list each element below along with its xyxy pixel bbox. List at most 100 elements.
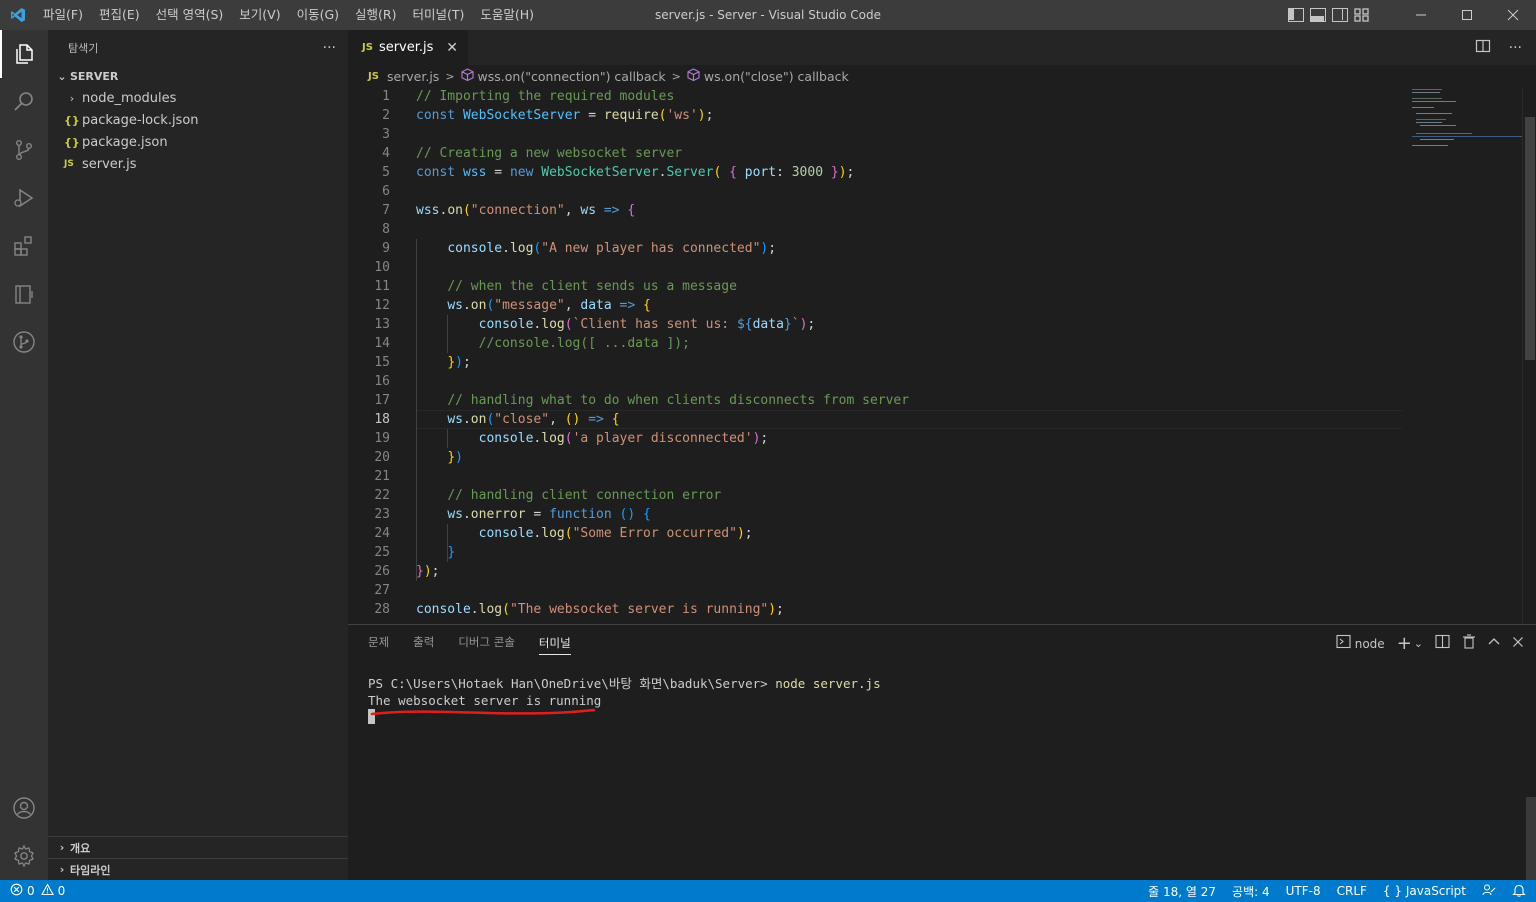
code-line: 12 ws.on("message", data => {: [374, 298, 651, 313]
tab-output[interactable]: 출력: [413, 625, 434, 660]
menu-go[interactable]: 이동(G): [289, 0, 347, 30]
error-count: 0: [27, 884, 35, 898]
indentation[interactable]: 공백: 4: [1232, 883, 1270, 900]
menu-edit[interactable]: 편집(E): [91, 0, 148, 30]
title-bar: 파일(F) 편집(E) 선택 영역(S) 보기(V) 이동(G) 실행(R) 터…: [0, 0, 1536, 30]
minimize-button[interactable]: [1398, 0, 1444, 30]
customize-layout-icon[interactable]: [1354, 8, 1370, 22]
status-bar: 0 0 줄 18, 열 27 공백: 4 UTF-8 CRLF { } Java…: [0, 880, 1536, 902]
git-graph-icon[interactable]: [0, 318, 48, 366]
timeline-section[interactable]: › 타임라인: [48, 858, 348, 880]
cube-icon: [460, 68, 474, 84]
code-line: 16: [374, 374, 390, 389]
panel-scrollbar[interactable]: [1526, 797, 1536, 881]
editor-scrollbar[interactable]: [1522, 87, 1536, 624]
settings-gear-icon[interactable]: [0, 832, 48, 880]
terminal-name[interactable]: node: [1355, 637, 1385, 651]
account-icon[interactable]: [0, 784, 48, 832]
trash-icon[interactable]: [1462, 634, 1476, 653]
scrollbar-thumb[interactable]: [1525, 117, 1535, 360]
cursor-position[interactable]: 줄 18, 열 27: [1148, 883, 1216, 900]
language-mode[interactable]: { } JavaScript: [1383, 884, 1466, 898]
breadcrumb-symbol-connection[interactable]: wss.on("connection") callback: [478, 69, 666, 84]
encoding[interactable]: UTF-8: [1286, 884, 1321, 898]
menu-terminal[interactable]: 터미널(T): [405, 0, 473, 30]
menu-view[interactable]: 보기(V): [231, 0, 288, 30]
code-line: 20 }): [374, 450, 463, 465]
menu-selection[interactable]: 선택 영역(S): [148, 0, 232, 30]
code-line: 14 //console.log([ ...data ]);: [374, 336, 690, 351]
code-line: 10: [374, 260, 390, 275]
outline-section[interactable]: › 개요: [48, 836, 348, 858]
outline-label: 개요: [70, 841, 91, 855]
feedback-icon[interactable]: [1482, 883, 1496, 900]
problems-status[interactable]: 0 0: [0, 883, 65, 899]
tree-item-node-modules[interactable]: › node_modules: [48, 87, 348, 109]
remote-explorer-icon[interactable]: [0, 270, 48, 318]
new-terminal-icon[interactable]: +: [1397, 633, 1412, 654]
tab-terminal[interactable]: 터미널: [538, 631, 571, 655]
run-debug-icon[interactable]: [0, 174, 48, 222]
language-label: JavaScript: [1405, 884, 1466, 898]
code-line: 13 console.log(`Client has sent us: ${da…: [374, 317, 816, 332]
minimap[interactable]: [1412, 87, 1522, 147]
code-line: 2 const WebSocketServer = require('ws');: [382, 108, 714, 123]
source-control-icon[interactable]: [0, 126, 48, 174]
maximize-panel-icon[interactable]: [1488, 636, 1500, 652]
chevron-down-icon[interactable]: ⌄: [1414, 637, 1423, 650]
tab-debug-console[interactable]: 디버그 콘솔: [458, 625, 515, 660]
code-line: 1// Importing the required modules: [382, 89, 675, 104]
explorer-icon[interactable]: [0, 30, 48, 78]
terminal-output-line: The websocket server is running: [368, 693, 602, 708]
tab-problems[interactable]: 문제: [368, 625, 389, 660]
close-window-button[interactable]: [1490, 0, 1536, 30]
tree-item-label: node_modules: [82, 90, 177, 106]
split-terminal-icon[interactable]: [1435, 634, 1450, 653]
window-title: server.js - Server - Visual Studio Code: [655, 8, 881, 22]
activity-bar: [0, 30, 48, 880]
tree-item-label: package-lock.json: [82, 112, 199, 128]
extensions-icon[interactable]: [0, 222, 48, 270]
breadcrumb-symbol-close[interactable]: ws.on("close") callback: [704, 69, 849, 84]
code-line: 26});: [374, 564, 440, 579]
more-actions-icon[interactable]: ···: [323, 40, 336, 56]
warning-icon: [40, 883, 54, 899]
notifications-bell-icon[interactable]: [1512, 883, 1526, 900]
code-line: 28 console.log("The websocket server is r…: [374, 602, 784, 617]
bottom-panel: 문제 출력 디버그 콘솔 터미널 node + ⌄ PS C:\Users\Ho…: [348, 624, 1536, 881]
json-icon: {}: [64, 113, 80, 127]
close-panel-icon[interactable]: [1512, 636, 1524, 652]
close-tab-icon[interactable]: ✕: [446, 40, 458, 56]
tab-server-js[interactable]: JS server.js ✕: [348, 30, 468, 65]
tree-item-server-js[interactable]: JS server.js: [48, 153, 348, 175]
code-editor[interactable]: 1// Importing the required modules 2 cons…: [348, 87, 1536, 624]
tree-item-package-json[interactable]: {} package.json: [48, 131, 348, 153]
split-editor-icon[interactable]: [1475, 38, 1491, 58]
toggle-panel-icon[interactable]: [1310, 8, 1326, 22]
code-line: 3: [382, 127, 390, 142]
tree-item-label: package.json: [82, 134, 168, 150]
menu-help[interactable]: 도움말(H): [472, 0, 542, 30]
menu-file[interactable]: 파일(F): [35, 0, 91, 30]
chevron-right-icon: >: [671, 69, 681, 83]
breadcrumb-file[interactable]: server.js: [387, 69, 439, 84]
code-line: 25 }: [374, 545, 456, 560]
tree-item-package-lock[interactable]: {} package-lock.json: [48, 109, 348, 131]
terminal-prompt: PS C:\Users\Hotaek Han\OneDrive\바탕 화면\ba…: [368, 676, 776, 691]
code-line: 24 console.log("Some Error occurred");: [374, 526, 753, 541]
terminal-output[interactable]: PS C:\Users\Hotaek Han\OneDrive\바탕 화면\ba…: [368, 675, 881, 709]
code-line: 18 ws.on("close", () => {: [374, 412, 620, 427]
toggle-sidebar-icon[interactable]: [1288, 8, 1304, 22]
code-line: 11 // when the client sends us a message: [374, 279, 737, 294]
folder-header-server[interactable]: ⌄ SERVER: [48, 65, 348, 87]
menu-run[interactable]: 실행(R): [347, 0, 404, 30]
search-icon[interactable]: [0, 78, 48, 126]
chevron-right-icon: ›: [59, 863, 65, 876]
end-of-line[interactable]: CRLF: [1337, 884, 1367, 898]
code-line: 21: [374, 469, 390, 484]
maximize-button[interactable]: [1444, 0, 1490, 30]
chevron-right-icon: ›: [69, 91, 75, 105]
editor-more-icon[interactable]: ···: [1509, 40, 1522, 56]
toggle-secondary-sidebar-icon[interactable]: [1332, 8, 1348, 22]
explorer-sidebar: 탐색기 ··· ⌄ SERVER › node_modules {} packa…: [48, 30, 348, 880]
